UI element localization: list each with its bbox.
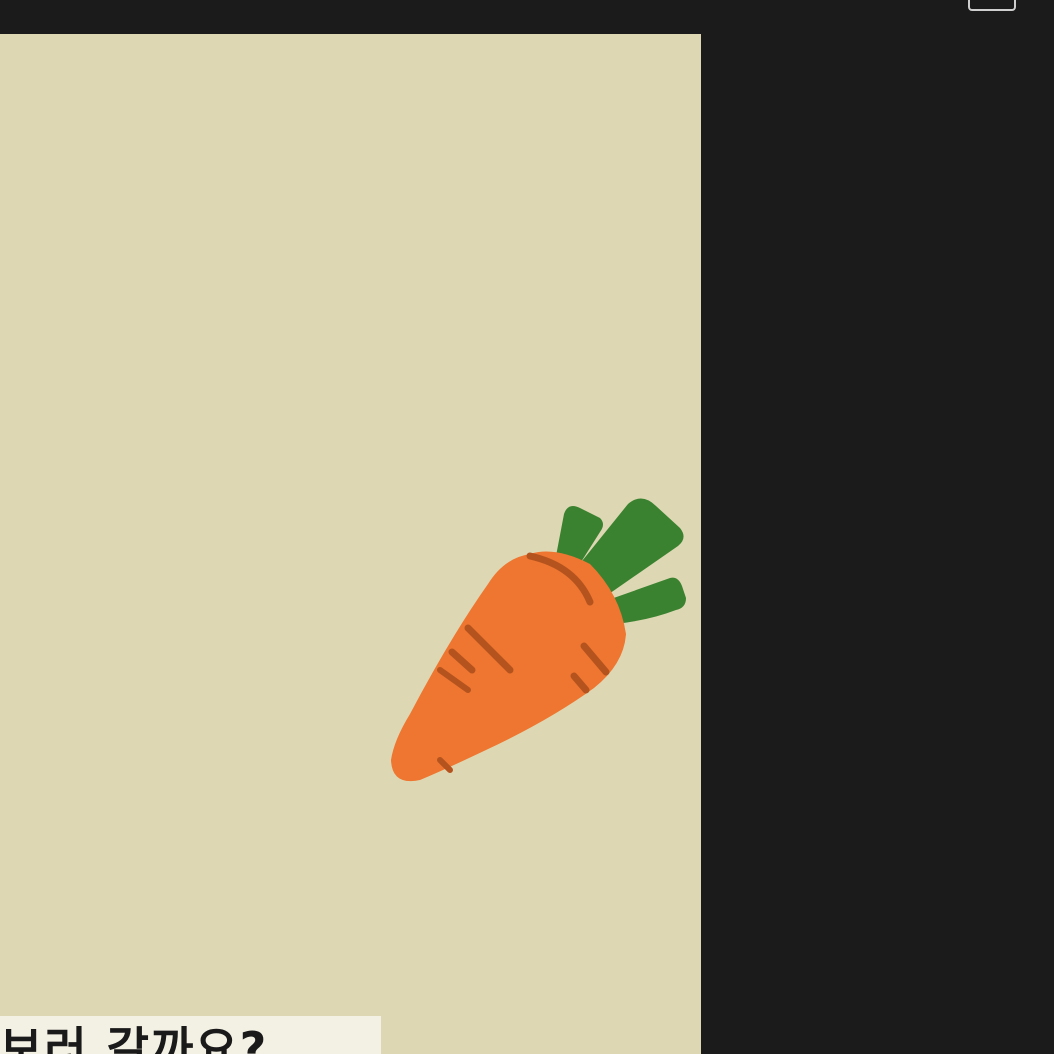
side-panel bbox=[701, 34, 1054, 1054]
carrot-icon bbox=[391, 498, 686, 782]
top-bar bbox=[0, 0, 1054, 34]
caption-box: 보러 갈까요? bbox=[0, 1016, 381, 1054]
caption-text: 보러 갈까요? bbox=[0, 1022, 269, 1054]
window-frame-icon[interactable] bbox=[968, 0, 1016, 11]
image-canvas: 보러 갈까요? bbox=[0, 34, 701, 1054]
